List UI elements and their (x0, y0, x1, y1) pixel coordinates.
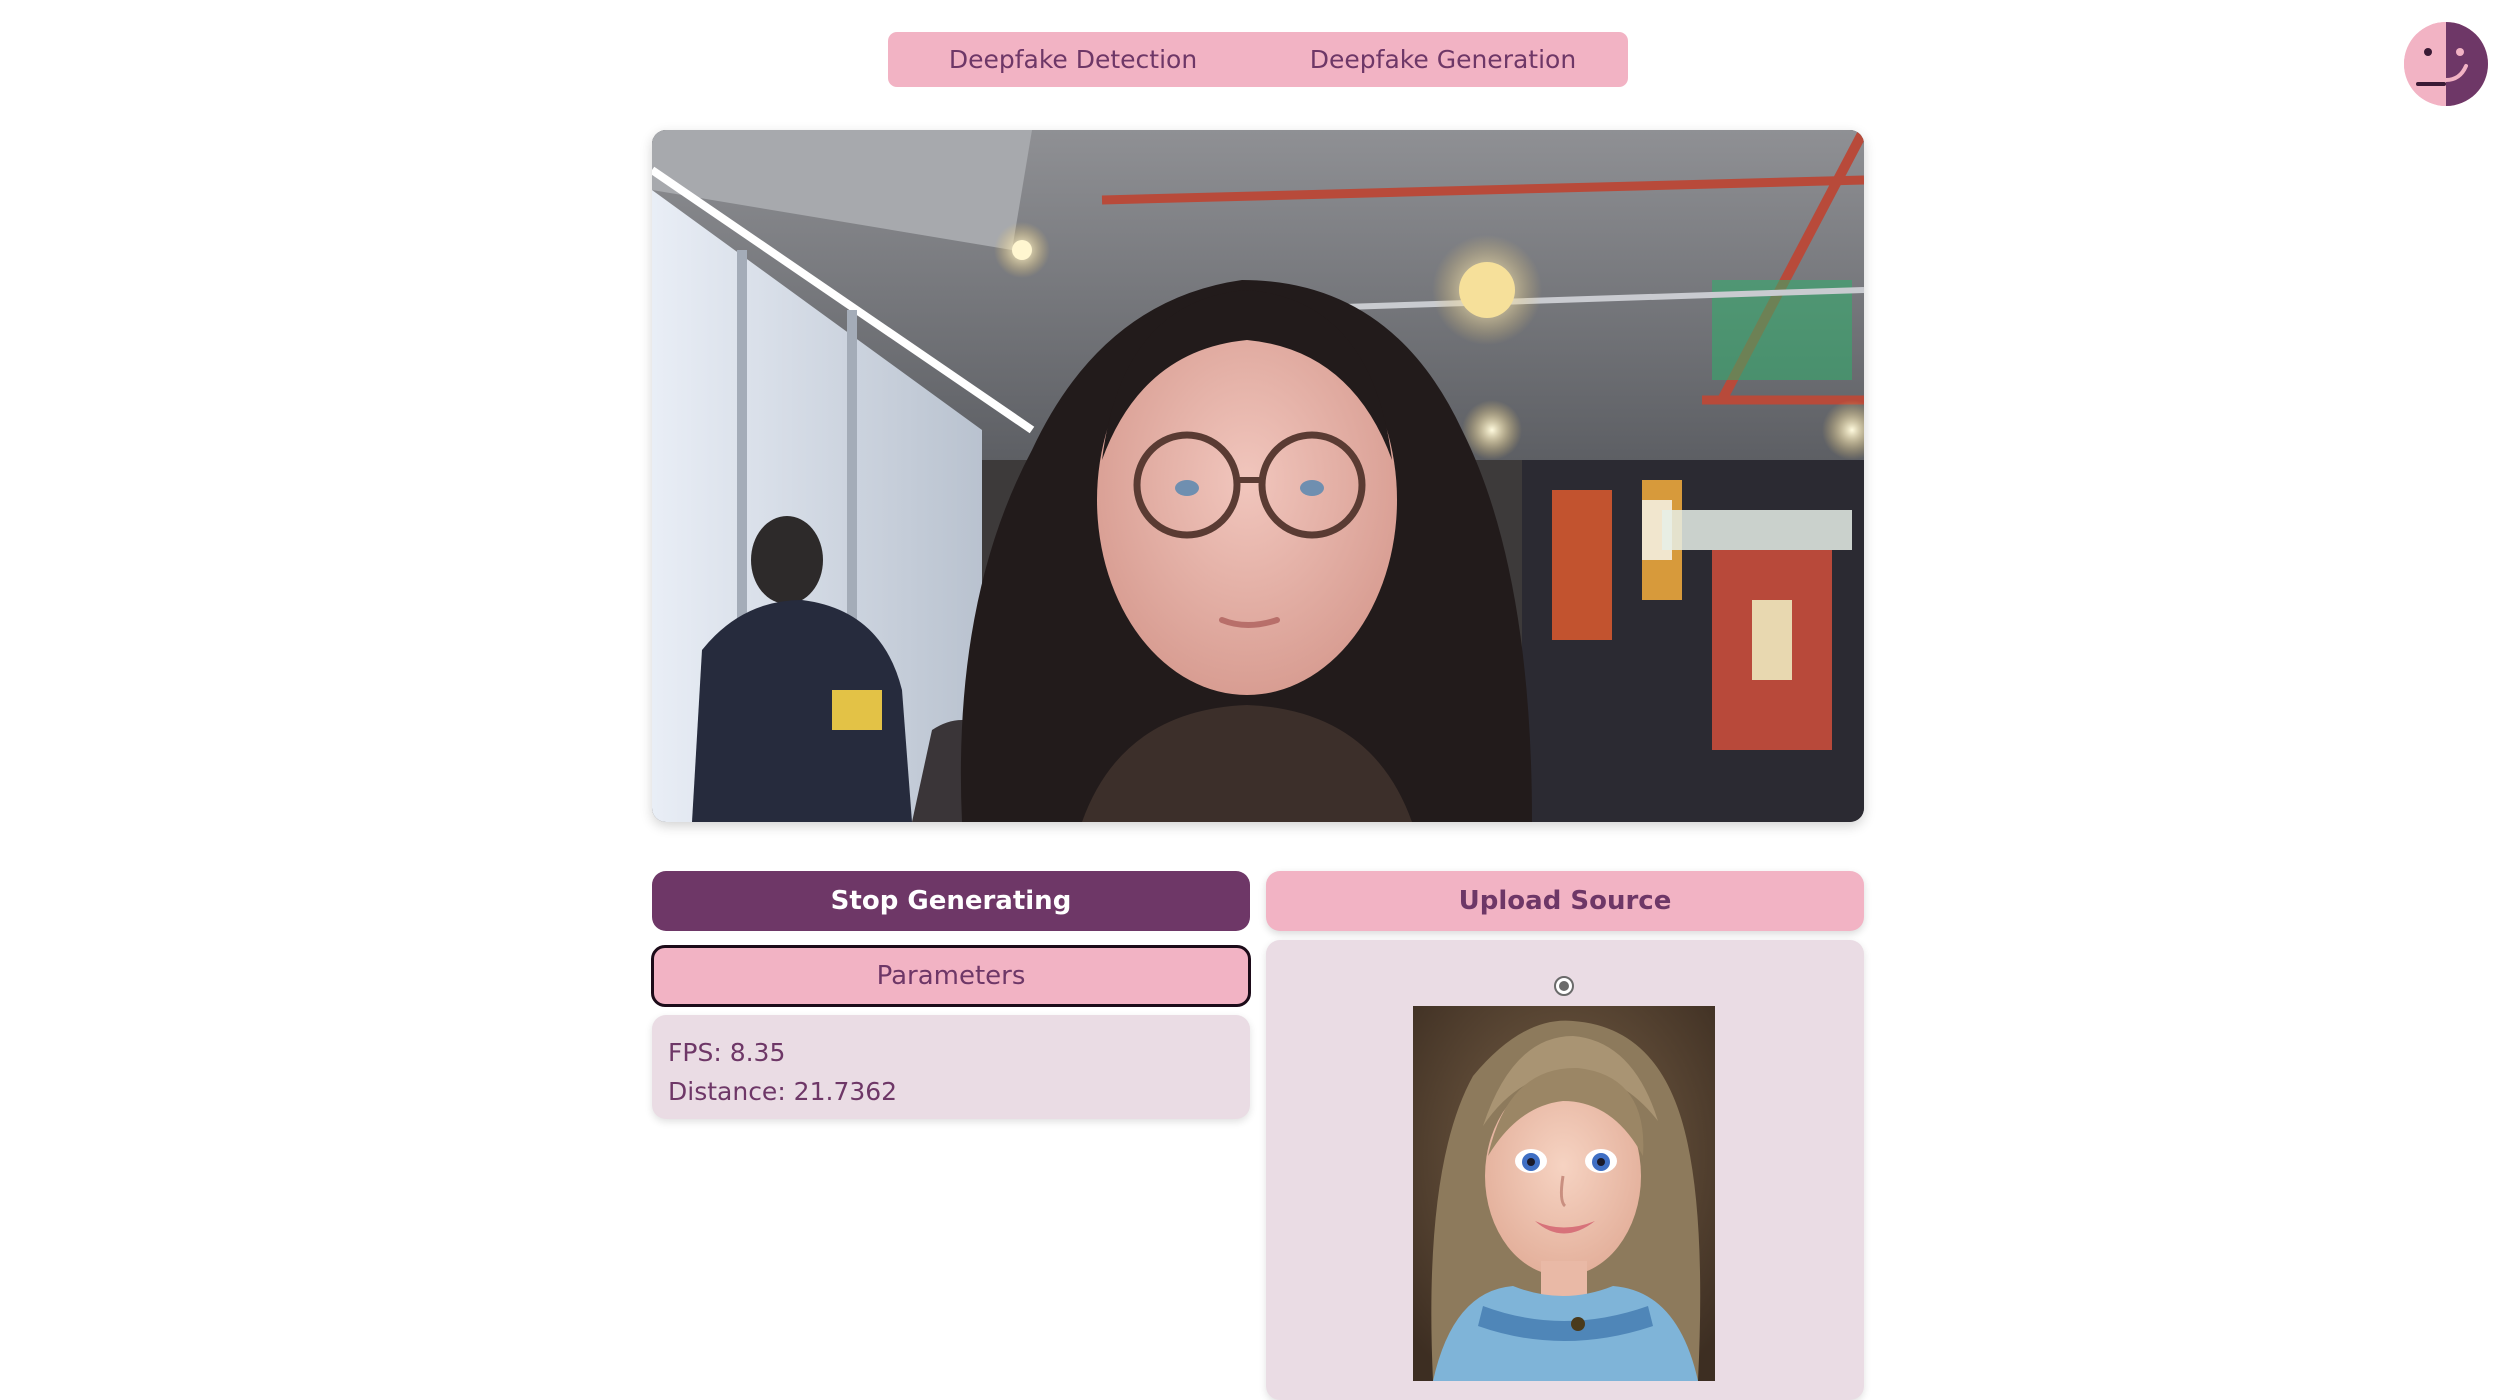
tab-deepfake-detection[interactable]: Deepfake Detection (888, 32, 1258, 87)
source-select-radio[interactable] (1554, 976, 1574, 996)
stop-generating-button[interactable]: Stop Generating (652, 871, 1250, 931)
stats-panel: FPS: 8.35 Distance: 21.7362 (652, 1015, 1250, 1119)
app-logo (2404, 22, 2488, 106)
source-face-image[interactable] (1413, 1006, 1715, 1381)
tab-deepfake-generation[interactable]: Deepfake Generation (1258, 32, 1628, 87)
upload-source-button[interactable]: Upload Source (1266, 871, 1864, 931)
parameters-button[interactable]: Parameters (651, 945, 1251, 1007)
mode-tab-bar: Deepfake Detection Deepfake Generation (888, 32, 1628, 87)
webcam-video-feed (652, 130, 1864, 822)
distance-readout: Distance: 21.7362 (668, 1077, 898, 1106)
fps-readout: FPS: 8.35 (668, 1038, 786, 1067)
